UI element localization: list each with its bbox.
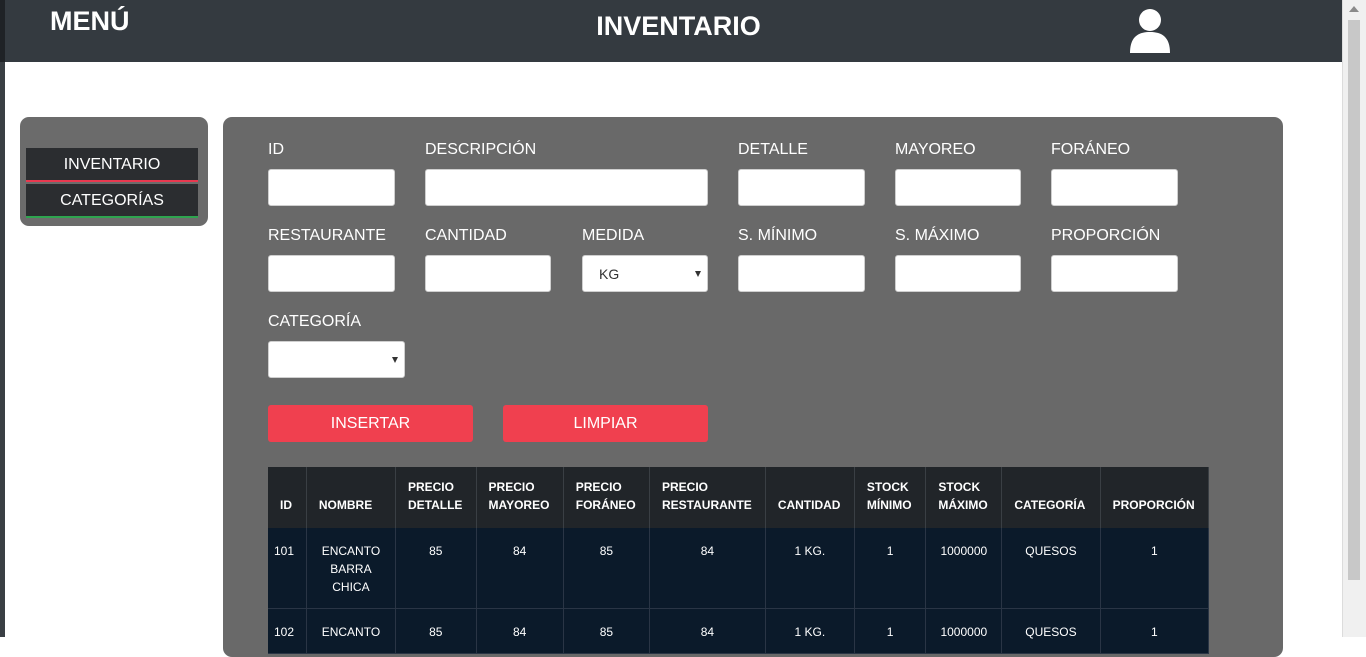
- column-header: PRECIO RESTAURANTE: [649, 467, 766, 528]
- proporcion-field[interactable]: [1051, 255, 1178, 292]
- table-cell: 1: [1100, 608, 1210, 654]
- column-header: STOCK MÍNIMO: [854, 467, 927, 528]
- categoria-label: CATEGORÍA: [268, 313, 362, 330]
- column-header: PRECIO MAYOREO: [476, 467, 564, 528]
- column-header-text: MÍNIMO: [866, 498, 912, 512]
- detalle-field[interactable]: [738, 169, 865, 206]
- scroll-up-arrow-icon[interactable]: [1349, 6, 1359, 12]
- table-cell: 85: [563, 608, 651, 654]
- table-cell: ENCANTO: [306, 608, 396, 654]
- chevron-down-icon: [392, 357, 398, 363]
- column-header: NOMBRE: [306, 467, 396, 528]
- top-navbar: MENÚ INVENTARIO: [0, 0, 1342, 62]
- column-header-text: STOCK: [866, 480, 909, 494]
- column-header-text: STOCK: [938, 480, 981, 494]
- column-header-text: CATEGORÍA: [1014, 498, 1086, 512]
- table-cell: 1 KG.: [765, 608, 855, 654]
- column-header-text: PRECIO: [488, 480, 535, 494]
- column-header-text: FORÁNEO: [575, 498, 636, 512]
- column-header: PRECIO DETALLE: [395, 467, 477, 528]
- table-cell: 1000000: [925, 608, 1003, 654]
- left-border: [0, 62, 5, 637]
- table-row[interactable]: 102 ENCANTO 85 84 85 84 1 KG. 1 1000000 QUESOS 1: [268, 608, 1210, 654]
- table-cell: 1: [1100, 528, 1210, 609]
- scroll-thumb[interactable]: [1348, 20, 1360, 580]
- medida-selected-value: KG: [599, 266, 620, 282]
- table-cell: 84: [476, 608, 564, 654]
- s-minimo-field[interactable]: [738, 255, 865, 292]
- limpiar-button[interactable]: LIMPIAR: [503, 405, 708, 442]
- medida-label: MEDIDA: [582, 227, 645, 244]
- sidebar-menu: INVENTARIO CATEGORÍAS: [20, 117, 208, 226]
- descripcion-field[interactable]: [425, 169, 708, 206]
- proporcion-label: PROPORCIÓN: [1051, 227, 1161, 244]
- categoria-select[interactable]: [268, 341, 405, 378]
- column-header-text: NOMBRE: [318, 498, 373, 512]
- table-row[interactable]: 101 ENCANTO BARRA CHICA 85 84 85 84 1 KG. 1 1000…: [268, 528, 1210, 609]
- inventory-table: ID NOMBRE PRECIO DETALLE PRECIO MAYOREO PRECIO…: [268, 467, 1210, 654]
- descripcion-label: DESCRIPCIÓN: [425, 141, 537, 158]
- sidebar-item-categorias[interactable]: CATEGORÍAS: [26, 184, 198, 218]
- table-body: 101 ENCANTO BARRA CHICA 85 84 85 84 1 KG. 1 1000…: [268, 528, 1210, 654]
- column-header: CANTIDAD: [765, 467, 855, 528]
- table-cell: QUESOS: [1001, 528, 1101, 609]
- restaurante-label: RESTAURANTE: [268, 227, 386, 244]
- detalle-label: DETALLE: [738, 141, 808, 158]
- column-header-text: MÁXIMO: [938, 498, 988, 512]
- cantidad-field[interactable]: [425, 255, 551, 292]
- column-header-text: RESTAURANTE: [662, 498, 752, 512]
- s-maximo-field[interactable]: [895, 255, 1021, 292]
- column-header-text: PROPORCIÓN: [1112, 498, 1195, 512]
- table-cell: 1000000: [925, 528, 1003, 609]
- table-cell: 1: [854, 608, 927, 654]
- medida-select[interactable]: KG: [582, 255, 708, 292]
- s-minimo-label: S. MÍNIMO: [738, 227, 818, 244]
- user-icon[interactable]: [1128, 7, 1172, 53]
- table-cell: 84: [476, 528, 564, 609]
- chevron-down-icon: [695, 271, 701, 277]
- mayoreo-label: MAYOREO: [895, 141, 976, 158]
- table-cell: 85: [563, 528, 651, 609]
- table-cell: 102: [268, 608, 307, 654]
- table-header-row: ID NOMBRE PRECIO DETALLE PRECIO MAYOREO PRECIO…: [268, 467, 1210, 528]
- column-header-text: CANTIDAD: [777, 498, 841, 512]
- column-header-text: PRECIO: [407, 480, 454, 494]
- column-header: PRECIO FORÁNEO: [563, 467, 651, 528]
- s-maximo-label: S. MÁXIMO: [895, 227, 980, 244]
- column-header: PROPORCIÓN: [1100, 467, 1210, 528]
- table-cell: 84: [649, 608, 766, 654]
- vertical-scrollbar[interactable]: [1342, 0, 1366, 637]
- mayoreo-field[interactable]: [895, 169, 1021, 206]
- column-header: STOCK MÁXIMO: [925, 467, 1003, 528]
- column-header-text: PRECIO: [575, 480, 622, 494]
- id-field[interactable]: [268, 169, 395, 206]
- table-cell: 1 KG.: [765, 528, 855, 609]
- column-header: ID: [268, 467, 307, 528]
- insertar-button[interactable]: INSERTAR: [268, 405, 473, 442]
- table-cell: 1: [854, 528, 927, 609]
- restaurante-field[interactable]: [268, 255, 395, 292]
- table-cell: 84: [649, 528, 766, 609]
- table-cell: QUESOS: [1001, 608, 1101, 654]
- column-header: CATEGORÍA: [1001, 467, 1101, 528]
- table-cell: 85: [395, 608, 477, 654]
- table-cell: 85: [395, 528, 477, 609]
- table-cell: ENCANTO BARRA CHICA: [306, 528, 396, 609]
- id-label: ID: [268, 141, 284, 158]
- foraneo-field[interactable]: [1051, 169, 1178, 206]
- sidebar-item-inventario[interactable]: INVENTARIO: [26, 148, 198, 182]
- table-cell: 101: [268, 528, 307, 609]
- cantidad-label: CANTIDAD: [425, 227, 507, 244]
- column-header-text: PRECIO: [662, 480, 709, 494]
- column-header-text: MAYOREO: [488, 498, 550, 512]
- column-header-text: ID: [280, 498, 292, 512]
- foraneo-label: FORÁNEO: [1051, 141, 1131, 158]
- column-header-text: DETALLE: [407, 498, 463, 512]
